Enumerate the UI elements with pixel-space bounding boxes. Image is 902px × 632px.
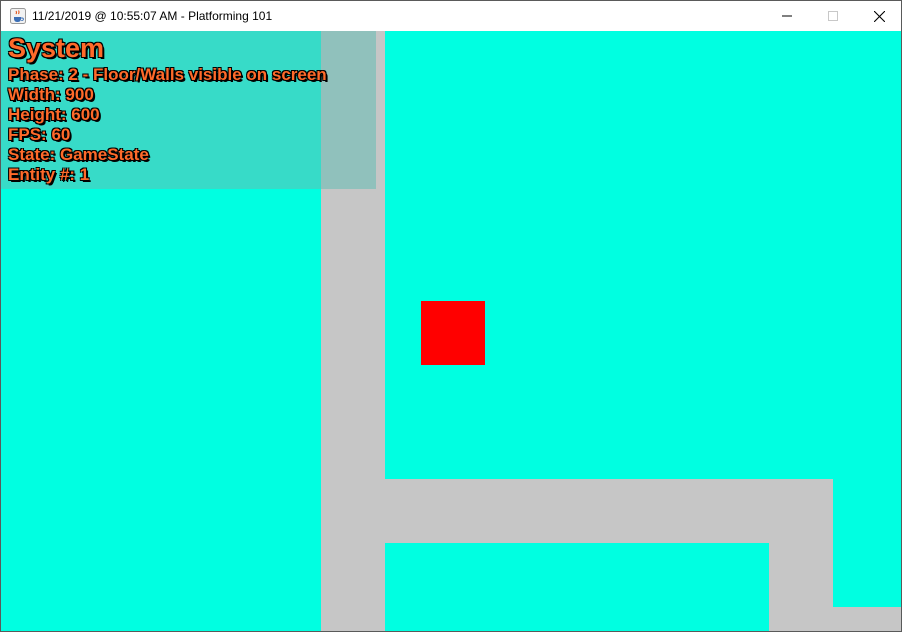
java-coffee-icon xyxy=(10,8,26,24)
debug-height: Height: 600 xyxy=(8,105,100,124)
debug-title: System xyxy=(8,33,105,63)
debug-text-block: System Phase: 2 - Floor/Walls visible on… xyxy=(8,31,327,185)
player-entity xyxy=(421,301,485,365)
minimize-button[interactable] xyxy=(764,1,810,31)
debug-overlay: System Phase: 2 - Floor/Walls visible on… xyxy=(1,31,376,189)
close-icon xyxy=(873,10,885,22)
debug-state: State: GameState xyxy=(8,145,149,164)
floor-horizontal xyxy=(385,479,833,543)
app-window: 11/21/2019 @ 10:55:07 AM - Platforming 1… xyxy=(0,0,902,632)
window-title: 11/21/2019 @ 10:55:07 AM - Platforming 1… xyxy=(32,9,273,23)
debug-phase: Phase: 2 - Floor/Walls visible on screen xyxy=(8,65,327,84)
debug-entity-count: Entity #: 1 xyxy=(8,165,90,184)
debug-width: Width: 900 xyxy=(8,85,94,104)
game-canvas[interactable]: System Phase: 2 - Floor/Walls visible on… xyxy=(1,31,901,631)
wall-vertical-right xyxy=(769,543,833,631)
title-bar[interactable]: 11/21/2019 @ 10:55:07 AM - Platforming 1… xyxy=(1,1,901,31)
maximize-icon xyxy=(828,11,838,21)
debug-fps: FPS: 60 xyxy=(8,125,71,144)
minimize-icon xyxy=(782,15,792,17)
floor-bottom-right xyxy=(833,607,901,631)
close-button[interactable] xyxy=(856,1,901,31)
maximize-button[interactable] xyxy=(810,1,856,31)
